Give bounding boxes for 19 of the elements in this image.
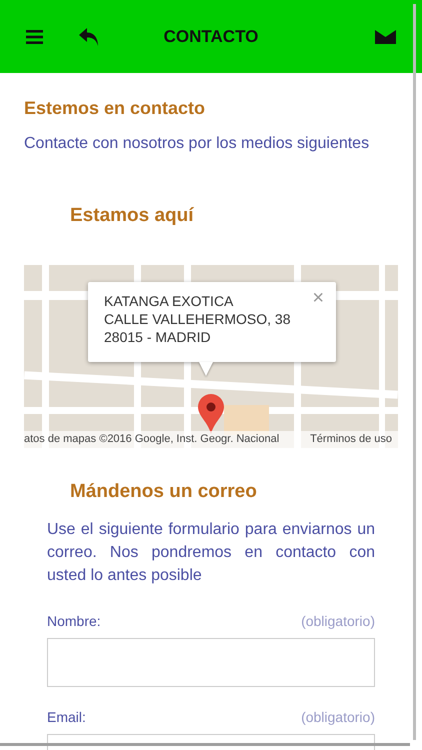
map-marker-icon (198, 394, 224, 434)
section-heading: Estamos aquí (70, 204, 195, 228)
address-line: KATANGA EXOTICA (104, 292, 234, 310)
required-hint: (obligatorio) (301, 708, 375, 727)
section-heading: Estemos en contacto (24, 97, 206, 120)
field-label: Email: (47, 708, 86, 727)
form-description: Use el siguiente formulario para enviarnos un correo. Nos pondremos en contacto con usted lo antes posible (47, 520, 375, 586)
required-hint: (obligatorio) (301, 612, 375, 631)
page-title: CONTACTO (162, 26, 260, 48)
terms-link[interactable]: Términos de uso (310, 430, 392, 448)
address-line: CALLE VALLEHERMOSO, 38 (104, 310, 292, 328)
menu-icon[interactable] (26, 30, 43, 44)
address-line: 28015 - MADRID (104, 328, 212, 346)
intro-text: Contacte con nosotros por los medios siguientes (24, 134, 370, 154)
back-arrow-icon[interactable] (78, 26, 100, 46)
attribution-text: atos de mapas ©2016 Google, Inst. Geogr. Nacional (24, 432, 280, 447)
input-field[interactable] (47, 638, 375, 687)
section-heading: Mándenos un correo (70, 480, 258, 504)
field-label: Nombre: (47, 612, 101, 631)
